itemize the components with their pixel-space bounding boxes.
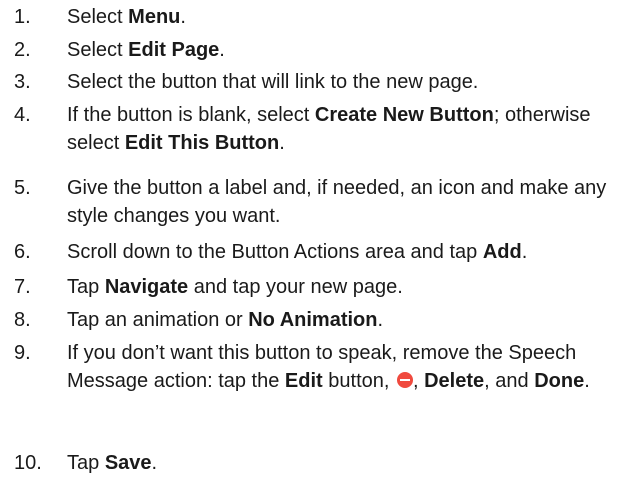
step-text-bold: Save xyxy=(104,452,152,474)
step-text: Tap Save. xyxy=(67,449,621,477)
step-text-bold: Navigate xyxy=(104,276,189,298)
step-text-bold: Done xyxy=(534,370,585,392)
step-text-part: , and xyxy=(484,370,535,392)
step-text-part: . xyxy=(584,370,590,392)
step-7: 7. Tap Navigate and tap your new page. xyxy=(0,273,621,301)
step-text-bold: Delete xyxy=(424,370,485,392)
step-text-part: . xyxy=(279,132,285,154)
step-number: 8. xyxy=(14,309,31,331)
step-text-bold: Edit Page xyxy=(128,39,220,61)
step-text-part: . xyxy=(377,309,384,331)
step-text-part: . xyxy=(151,452,158,474)
step-text-part: . xyxy=(219,39,225,61)
step-text-part: Scroll down to the Button Actions area a… xyxy=(67,241,483,263)
step-text-bold: No Animation xyxy=(248,309,378,331)
step-text: If the button is blank, select Create Ne… xyxy=(67,101,621,157)
step-text-bold: Add xyxy=(482,241,522,263)
step-text-bold: Edit xyxy=(284,370,323,392)
step-text-part: Select xyxy=(67,39,129,61)
step-text-part: Tap xyxy=(67,276,105,298)
step-text: Select Menu. xyxy=(67,3,621,31)
step-number: 4. xyxy=(14,104,31,126)
step-text: Give the button a label and, if needed, … xyxy=(67,174,621,230)
step-text-bold: Menu xyxy=(128,6,181,28)
step-number: 1. xyxy=(14,6,31,28)
step-text-part: Tap an animation or xyxy=(67,309,249,331)
step-text: Tap Navigate and tap your new page. xyxy=(67,273,621,301)
step-text-part: Select xyxy=(67,6,129,28)
step-number: 3. xyxy=(14,71,31,93)
step-number: 7. xyxy=(14,276,31,298)
step-5: 5. Give the button a label and, if neede… xyxy=(0,174,621,230)
step-text-part: Select the button that will link to the … xyxy=(67,71,479,93)
step-text: Select the button that will link to the … xyxy=(67,68,621,96)
step-text-part: . xyxy=(180,6,186,28)
step-text: Tap an animation or No Animation. xyxy=(67,306,621,334)
step-text: Select Edit Page. xyxy=(67,36,621,64)
step-text: Scroll down to the Button Actions area a… xyxy=(67,238,621,266)
step-text-bold: Edit This Button xyxy=(124,132,280,154)
step-text-part: , xyxy=(412,370,425,392)
step-3: 3. Select the button that will link to t… xyxy=(0,68,621,96)
step-2: 2. Select Edit Page. xyxy=(0,36,621,64)
step-10: 10. Tap Save. xyxy=(0,449,621,477)
step-6: 6. Scroll down to the Button Actions are… xyxy=(0,238,621,266)
step-text-part: Give the button a label and, if needed, … xyxy=(67,177,607,227)
step-1: 1. Select Menu. xyxy=(0,3,621,31)
step-text-part: and tap your new page. xyxy=(188,276,403,298)
step-4: 4. If the button is blank, select Create… xyxy=(0,101,621,157)
step-number: 10. xyxy=(14,452,42,474)
step-number: 9. xyxy=(14,342,31,364)
step-text-part: . xyxy=(521,241,528,263)
step-number: 6. xyxy=(14,241,31,263)
step-text-part: Tap xyxy=(67,452,105,474)
step-text-bold: Create New Button xyxy=(314,104,494,126)
step-text-part: button, xyxy=(322,370,395,392)
step-text: If you don’t want this button to speak, … xyxy=(67,339,621,395)
step-9: 9. If you don’t want this button to spea… xyxy=(0,339,621,395)
remove-icon xyxy=(396,372,413,388)
step-number: 2. xyxy=(14,39,31,61)
step-8: 8. Tap an animation or No Animation. xyxy=(0,306,621,334)
step-text-part: If the button is blank, select xyxy=(67,104,315,126)
step-number: 5. xyxy=(14,177,31,199)
